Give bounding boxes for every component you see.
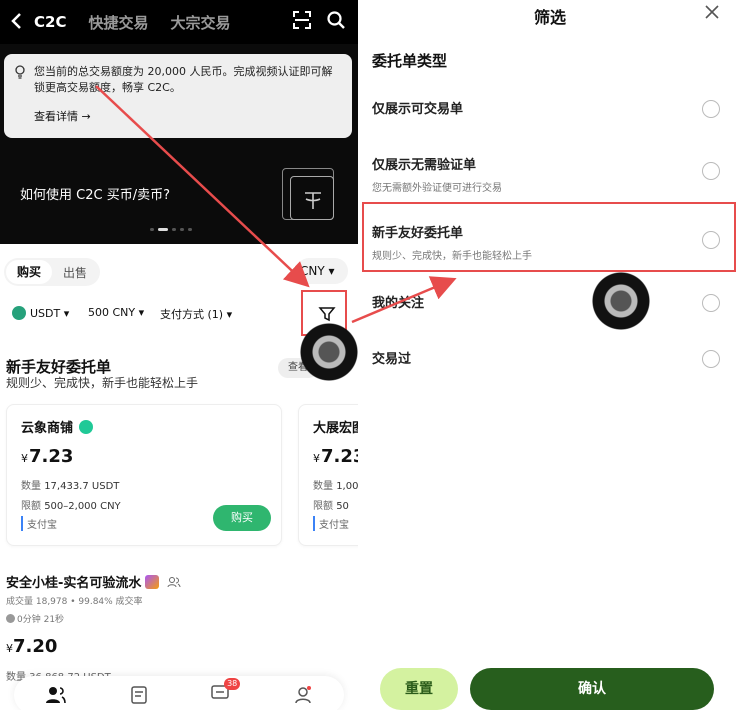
back-button[interactable] [0,10,34,35]
offer-price: 7.23 [321,446,358,467]
view-details-link[interactable]: 查看详情 → [34,109,342,125]
buy-tab[interactable]: 购买 [6,260,52,284]
touch-indicator [300,323,358,381]
option-no-verification[interactable]: 仅展示无需验证单 您无需额外验证便可进行交易 [372,154,728,194]
usdt-icon [12,306,26,320]
buy-button[interactable]: 购买 [213,505,271,531]
currency-symbol: ¥ [313,452,320,465]
offer-limit: 500–2,000 CNY [44,501,121,512]
option-label: 我的关注 [372,296,425,311]
merchant-time-value: 0分钟 21秒 [17,615,65,625]
option-following[interactable]: 我的关注 [372,292,728,311]
offer-price: 7.23 [29,446,74,467]
option-label: 仅展示可交易单 [372,102,464,117]
coin-filter-label: USDT ▾ [30,307,70,320]
scan-icon[interactable] [292,10,312,30]
close-icon [705,5,719,19]
clock-icon [6,614,15,623]
radio-following[interactable] [702,294,720,312]
merchant-price: ¥7.20 [6,636,57,657]
tab-c2c[interactable]: C2C [34,13,66,31]
c2c-screen: C2C 快捷交易 大宗交易 您当前的总交易额度为 20,000 人民币。完成视频… [0,0,358,710]
newbie-option-highlight-box [362,202,736,272]
payment-filter[interactable]: 支付方式 (1) ▾ [160,306,232,322]
qty-label: 数量 [313,481,333,492]
offer-limit: 50 [336,501,349,512]
offer-qty: 1,00 [336,481,358,492]
merchant-name: 安全小桂-实名可验流水 [6,576,142,591]
reset-button[interactable]: 重置 [380,668,458,710]
offer-card[interactable]: 云象商铺 ¥7.23 数量 17,433.7 USDT 限额 500–2,000… [6,404,282,546]
currency-symbol: ¥ [21,452,28,465]
merchant-name: 云象商铺 [21,421,74,436]
merchant-row-title[interactable]: 安全小桂-实名可验流水 [6,572,181,591]
carousel-dots [150,228,192,231]
radio-traded-before[interactable] [702,350,720,368]
amount-filter[interactable]: 500 CNY ▾ [88,306,144,319]
nav-orders-icon[interactable] [130,685,148,705]
buy-sell-toggle: 购买 出售 [4,258,100,286]
messages-badge: 38 [224,678,241,690]
currency-selector[interactable]: CNY ▾ [296,258,348,284]
merchant-price-value: 7.20 [13,636,58,657]
radio-tradable-only[interactable] [702,100,720,118]
top-bar: C2C 快捷交易 大宗交易 [0,0,358,44]
sell-tab[interactable]: 出售 [52,264,98,281]
filter-title: 筛选 [533,8,566,27]
radio-no-verification[interactable] [702,162,720,180]
user-group-icon [167,577,181,588]
offer-card[interactable]: 大展宏图 ¥7.23 数量 1,00 限额 50 支付宝 [298,404,358,546]
nav-profile-icon[interactable] [293,685,313,705]
lightbulb-icon [15,65,25,79]
nav-messages[interactable]: 38 [210,678,241,706]
merchant-stats: 成交量 18,978 • 99.84% 成交率 [6,597,143,607]
chevron-left-icon [11,12,21,29]
banner: 您当前的总交易额度为 20,000 人民币。完成视频认证即可解锁更高交易额度，畅… [0,44,358,244]
tether-card-icon [290,176,334,220]
confirm-button[interactable]: 确认 [470,668,714,710]
order-type-section-title: 委托单类型 [372,52,448,70]
option-traded-before[interactable]: 交易过 [372,348,728,367]
offer-qty: 17,433.7 USDT [44,481,120,492]
filter-sheet: 筛选 委托单类型 仅展示可交易单 仅展示无需验证单 您无需额外验证便可进行交易 … [362,0,738,710]
search-icon[interactable] [326,10,346,30]
close-button[interactable] [704,4,720,25]
payment-method: 支付宝 [313,516,358,531]
limit-notice-text: 您当前的总交易额度为 20,000 人民币。完成视频认证即可解锁更高交易额度，畅… [34,65,333,94]
currency-symbol: ¥ [6,642,13,655]
merchant-time: 0分钟 21秒 [6,612,64,625]
limit-notice: 您当前的总交易额度为 20,000 人民币。完成视频认证即可解锁更高交易额度，畅… [4,54,352,138]
option-label: 交易过 [372,352,412,367]
tab-block-trade[interactable]: 大宗交易 [170,12,230,33]
coin-filter[interactable]: USDT ▾ [12,306,69,320]
nav-users-icon[interactable] [45,685,67,705]
touch-indicator [592,272,650,330]
merchant-name: 大展宏图 [313,421,358,436]
tab-quick-trade[interactable]: 快捷交易 [88,12,148,33]
trade-toggle-row: 购买 出售 CNY ▾ [0,250,358,288]
limit-label: 限额 [21,501,41,512]
option-label: 仅展示无需验证单 [372,158,477,173]
bottom-nav: 38 [14,676,344,710]
option-tradable-only[interactable]: 仅展示可交易单 [372,98,728,117]
howto-banner-text[interactable]: 如何使用 C2C 买币/卖币? [20,184,170,203]
newbie-section-subtitle: 规则少、完成快，新手也能轻松上手 [6,376,199,390]
limit-label: 限额 [313,501,333,512]
option-description: 您无需额外验证便可进行交易 [372,183,502,194]
qty-label: 数量 [21,481,41,492]
verified-icon [79,419,94,434]
merchant-badge-icon [145,575,160,589]
